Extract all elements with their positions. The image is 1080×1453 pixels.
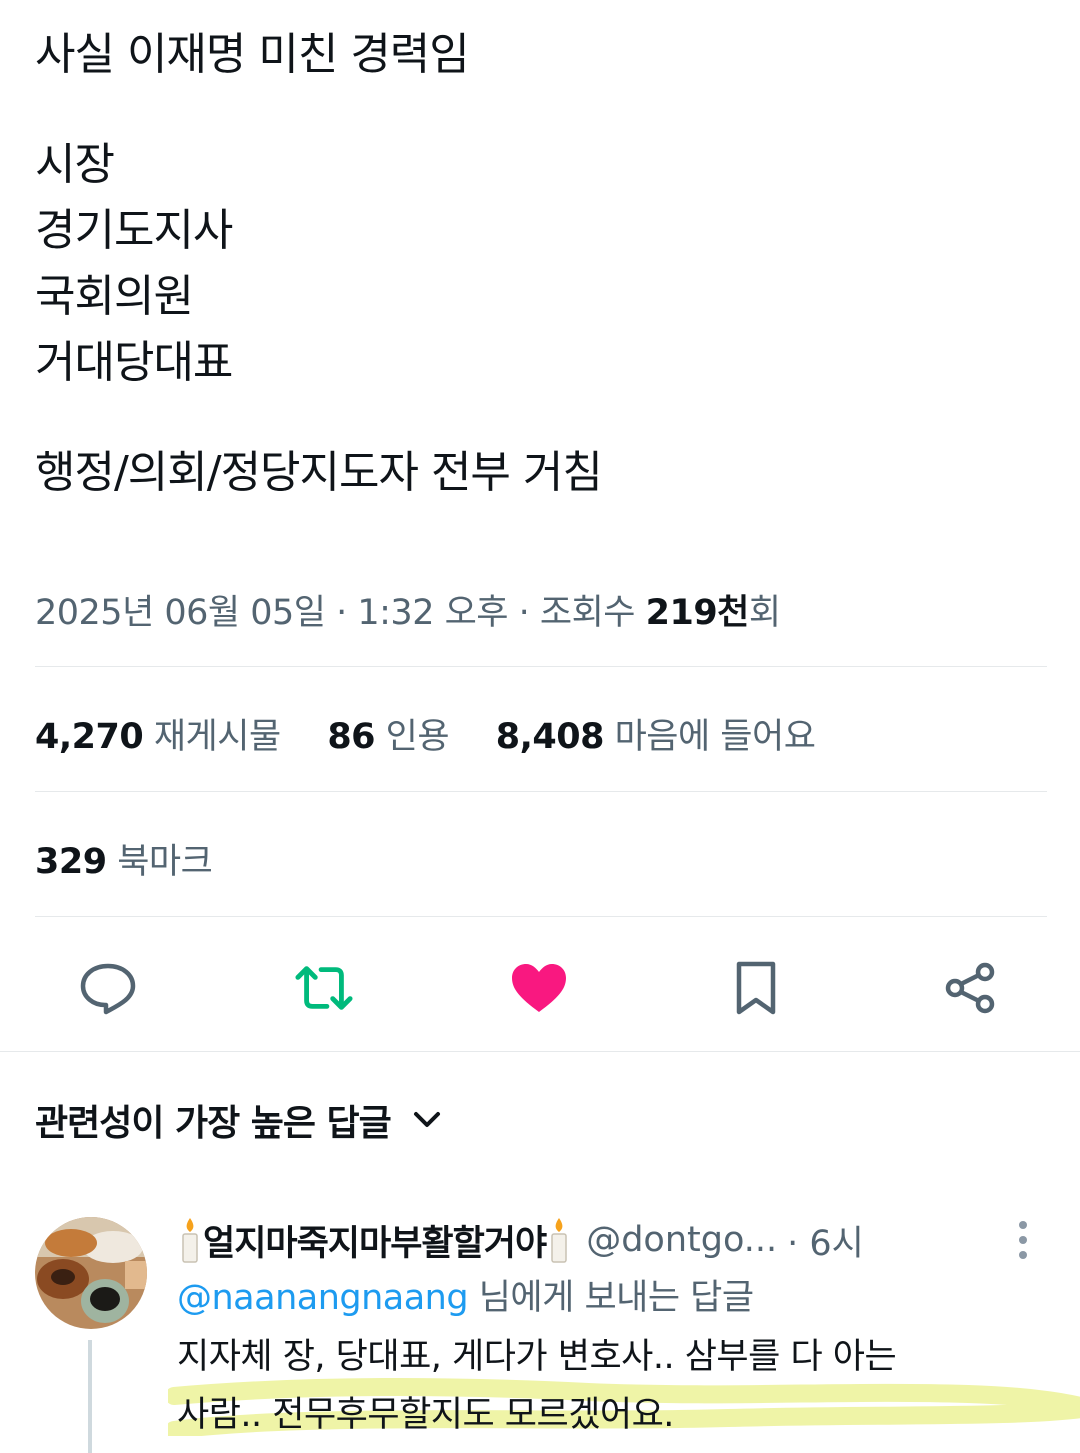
section-divider	[0, 1051, 1080, 1052]
retweet-icon	[295, 966, 353, 1010]
reply-sort-label: 관련성이 가장 높은 답글	[35, 1103, 392, 1144]
bookmarks-count: 329	[35, 842, 107, 882]
divider	[35, 916, 1047, 917]
engagement-stats: 4,270 재게시물 86 인용 8,408 마음에 들어요	[35, 708, 851, 759]
avatar[interactable]	[35, 1217, 147, 1329]
quotes-stat[interactable]: 86 인용	[327, 717, 449, 757]
action-bar	[0, 940, 1080, 1030]
divider	[35, 791, 1047, 792]
tweet-meta: 2025년 06월 05일 · 1:32 오후 · 조회수 219천회	[35, 584, 781, 635]
retweet-button[interactable]	[294, 958, 354, 1018]
chevron-down-icon	[413, 1111, 441, 1129]
reply-sort-dropdown[interactable]: 관련성이 가장 높은 답글	[35, 1094, 441, 1146]
tweet-timestamp[interactable]: 2025년 06월 05일 · 1:32 오후 · 조회수	[35, 593, 646, 633]
share-icon	[945, 962, 995, 1014]
retweets-label: 재게시물	[153, 717, 281, 757]
candle-emoji-icon	[546, 1216, 572, 1264]
candle-emoji-icon	[177, 1216, 203, 1264]
reply-handle[interactable]: @dontgo...	[586, 1220, 777, 1260]
retweets-stat[interactable]: 4,270 재게시물	[35, 717, 281, 757]
view-count: 219천	[645, 593, 750, 633]
bookmark-icon	[736, 961, 776, 1015]
tweet-line: 국회의원	[35, 271, 194, 322]
likes-stat[interactable]: 8,408 마음에 들어요	[496, 717, 816, 757]
retweets-count: 4,270	[35, 717, 144, 757]
tweet-line: 행정/의회/정당지도자 전부 거침	[35, 447, 603, 498]
tweet-line: 시장	[35, 139, 115, 190]
reply-to-suffix: 님에게 보내는 답글	[468, 1278, 754, 1318]
quotes-count: 86	[327, 717, 376, 757]
tweet-line: 거대당대표	[35, 337, 233, 388]
like-button[interactable]	[509, 958, 569, 1018]
reply-text-line: 사람.. 전무후무할지도 모르겠어요.	[177, 1395, 674, 1435]
bookmarks-label: 북마크	[117, 842, 213, 882]
reply-to-mention[interactable]: @naanangnaang	[177, 1278, 469, 1318]
thread-line	[88, 1340, 92, 1453]
reply-time[interactable]: · 6시	[787, 1215, 864, 1266]
reply-header: 얼지마죽지마부활할거야 @dontgo... · 6시	[177, 1212, 1050, 1268]
bookmark-button[interactable]	[726, 958, 786, 1018]
share-button[interactable]	[940, 958, 1000, 1018]
bookmarks-stat[interactable]: 329 북마크	[35, 842, 213, 882]
tweet-text: 사실 이재명 미친 경력임 시장 경기도지사 국회의원 거대당대표 행정/의회/…	[35, 22, 1045, 506]
heart-filled-icon	[512, 964, 566, 1012]
reply-button[interactable]	[78, 958, 138, 1018]
reply-text: 지자체 장, 당대표, 게다가 변호사.. 삼부를 다 아는 사람.. 전무후무…	[177, 1328, 1050, 1444]
tweet-line: 사실 이재명 미친 경력임	[35, 29, 470, 80]
view-count-suffix: 회	[748, 593, 781, 633]
comment-icon	[80, 963, 136, 1015]
reply-tweet[interactable]: 얼지마죽지마부활할거야 @dontgo... · 6시 @naanangnaan…	[177, 1212, 1050, 1444]
likes-label: 마음에 들어요	[614, 717, 816, 757]
reply-text-line: 지자체 장, 당대표, 게다가 변호사.. 삼부를 다 아는	[177, 1337, 897, 1377]
bookmark-stats: 329 북마크	[35, 833, 213, 884]
divider	[35, 666, 1047, 667]
tweet-line: 경기도지사	[35, 205, 233, 256]
likes-count: 8,408	[495, 717, 605, 757]
reply-to-line: @naanangnaang 님에게 보내는 답글	[177, 1268, 1050, 1328]
reply-display-name[interactable]: 얼지마죽지마부활할거야	[203, 1215, 547, 1266]
more-options-icon[interactable]	[1018, 1220, 1028, 1264]
quotes-label: 인용	[385, 717, 450, 757]
